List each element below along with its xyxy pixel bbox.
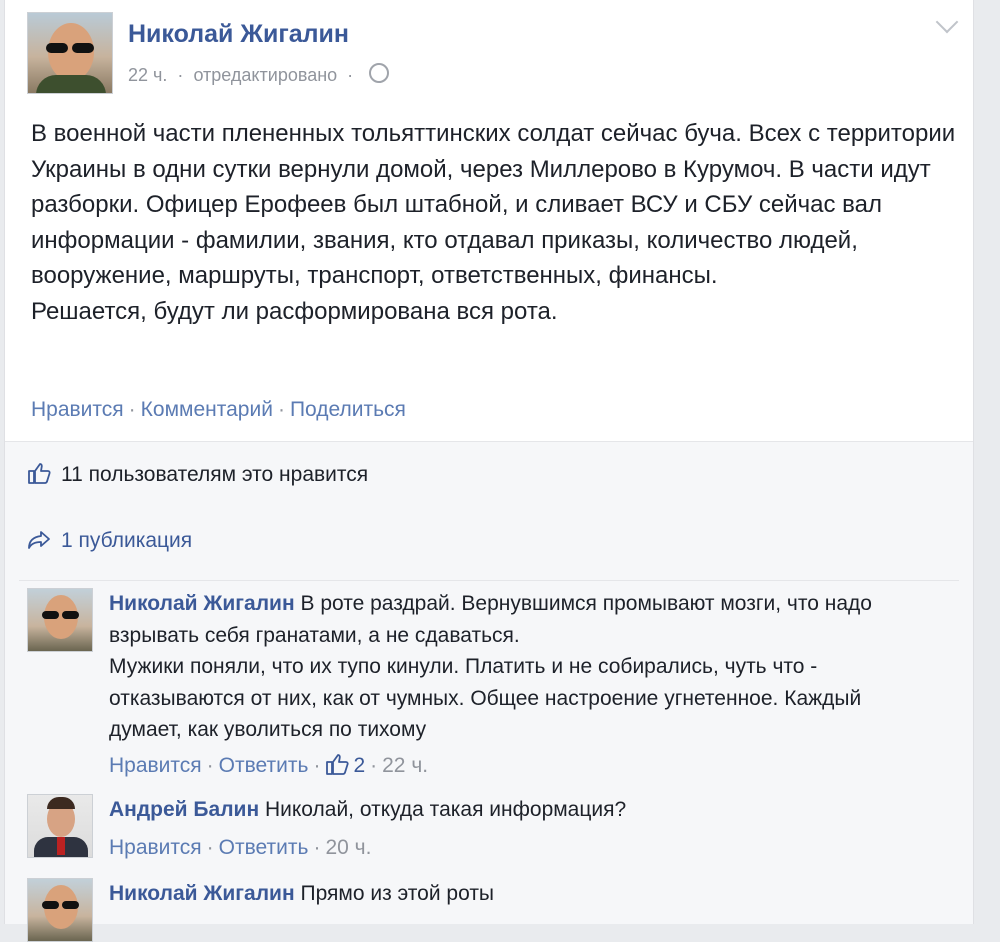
divider [19, 580, 959, 581]
chevron-down-icon[interactable] [935, 10, 959, 34]
likes-count-text: 11 пользователям это нравится [61, 463, 369, 486]
comment-time[interactable]: 22 ч. [382, 754, 428, 777]
comment-body: Николай Жигалин В роте раздрай. Вернувши… [109, 588, 889, 781]
post-meta: 22 ч. · отредактировано · [128, 63, 390, 86]
comment-body: Николай Жигалин Прямо из этой роты [109, 878, 889, 910]
thumbs-up-icon [28, 463, 51, 484]
post-paragraph: В военной части плененных тольяттинских … [31, 120, 956, 289]
commenter-avatar[interactable] [27, 588, 93, 652]
thumbs-up-icon[interactable] [325, 753, 350, 775]
commenter-avatar[interactable] [27, 878, 93, 942]
commenter-avatar[interactable] [27, 794, 93, 858]
comment-reply-link[interactable]: Ответить [219, 836, 309, 859]
post-author-name[interactable]: Николай Жигалин [128, 20, 349, 49]
post-card: Николай Жигалин 22 ч. · отредактировано … [4, 0, 974, 942]
share-arrow-icon [28, 531, 50, 549]
comment-text: Прямо из этой роты [300, 882, 495, 905]
action-separator: · [206, 835, 214, 859]
comment-author[interactable]: Андрей Балин [109, 798, 259, 821]
post-edited-label[interactable]: отредактировано [193, 65, 337, 85]
action-separator: · [313, 753, 321, 777]
post-time[interactable]: 22 ч. [128, 65, 167, 85]
comment-body: Андрей Балин Николай, откуда такая инфор… [109, 794, 889, 863]
action-separator: · [277, 398, 285, 421]
post: Николай Жигалин 22 ч. · отредактировано … [5, 0, 973, 442]
action-separator: · [313, 835, 321, 859]
post-paragraph: Решается, будут ли расформирована вся ро… [31, 297, 558, 325]
likes-summary[interactable]: 11 пользователям это нравится [27, 462, 368, 487]
comment-like-count[interactable]: 2 [353, 754, 365, 777]
shares-count-text: 1 публикация [61, 529, 193, 552]
post-actions: Нравится · Комментарий · Поделиться [31, 398, 406, 422]
comment-item: Андрей Балин Николай, откуда такая инфор… [27, 794, 927, 864]
comment-item: Николай Жигалин В роте раздрай. Вернувши… [27, 588, 927, 788]
globe-icon[interactable] [369, 63, 390, 83]
comment-text: Мужики поняли, что их тупо кинули. Плати… [109, 655, 862, 741]
shares-summary[interactable]: 1 публикация [27, 529, 192, 553]
comment-actions: Нравится · Ответить · 2 · 22 ч. [109, 750, 889, 782]
comment-like-link[interactable]: Нравится [109, 754, 202, 777]
comment-author[interactable]: Николай Жигалин [109, 592, 295, 615]
action-separator: · [128, 398, 136, 421]
author-avatar[interactable] [27, 12, 113, 94]
action-separator: · [370, 753, 378, 777]
comment-reply-link[interactable]: Ответить [219, 754, 309, 777]
comment-time[interactable]: 20 ч. [325, 836, 371, 859]
comment-author[interactable]: Николай Жигалин [109, 882, 295, 905]
post-text: В военной части плененных тольяттинских … [31, 116, 961, 329]
feedback-section: 11 пользователям это нравится 1 публикац… [5, 442, 973, 942]
meta-separator: · [177, 65, 184, 85]
comment-like-link[interactable]: Нравится [109, 836, 202, 859]
meta-separator: · [347, 65, 354, 85]
comment-link[interactable]: Комментарий [141, 398, 273, 421]
action-separator: · [206, 753, 214, 777]
comment-text: Николай, откуда такая информация? [264, 798, 627, 821]
like-link[interactable]: Нравится [31, 398, 124, 421]
comment-actions: Нравится · Ответить · 20 ч. [109, 832, 889, 864]
comment-item: Николай Жигалин Прямо из этой роты [27, 878, 927, 942]
share-link[interactable]: Поделиться [290, 398, 406, 421]
